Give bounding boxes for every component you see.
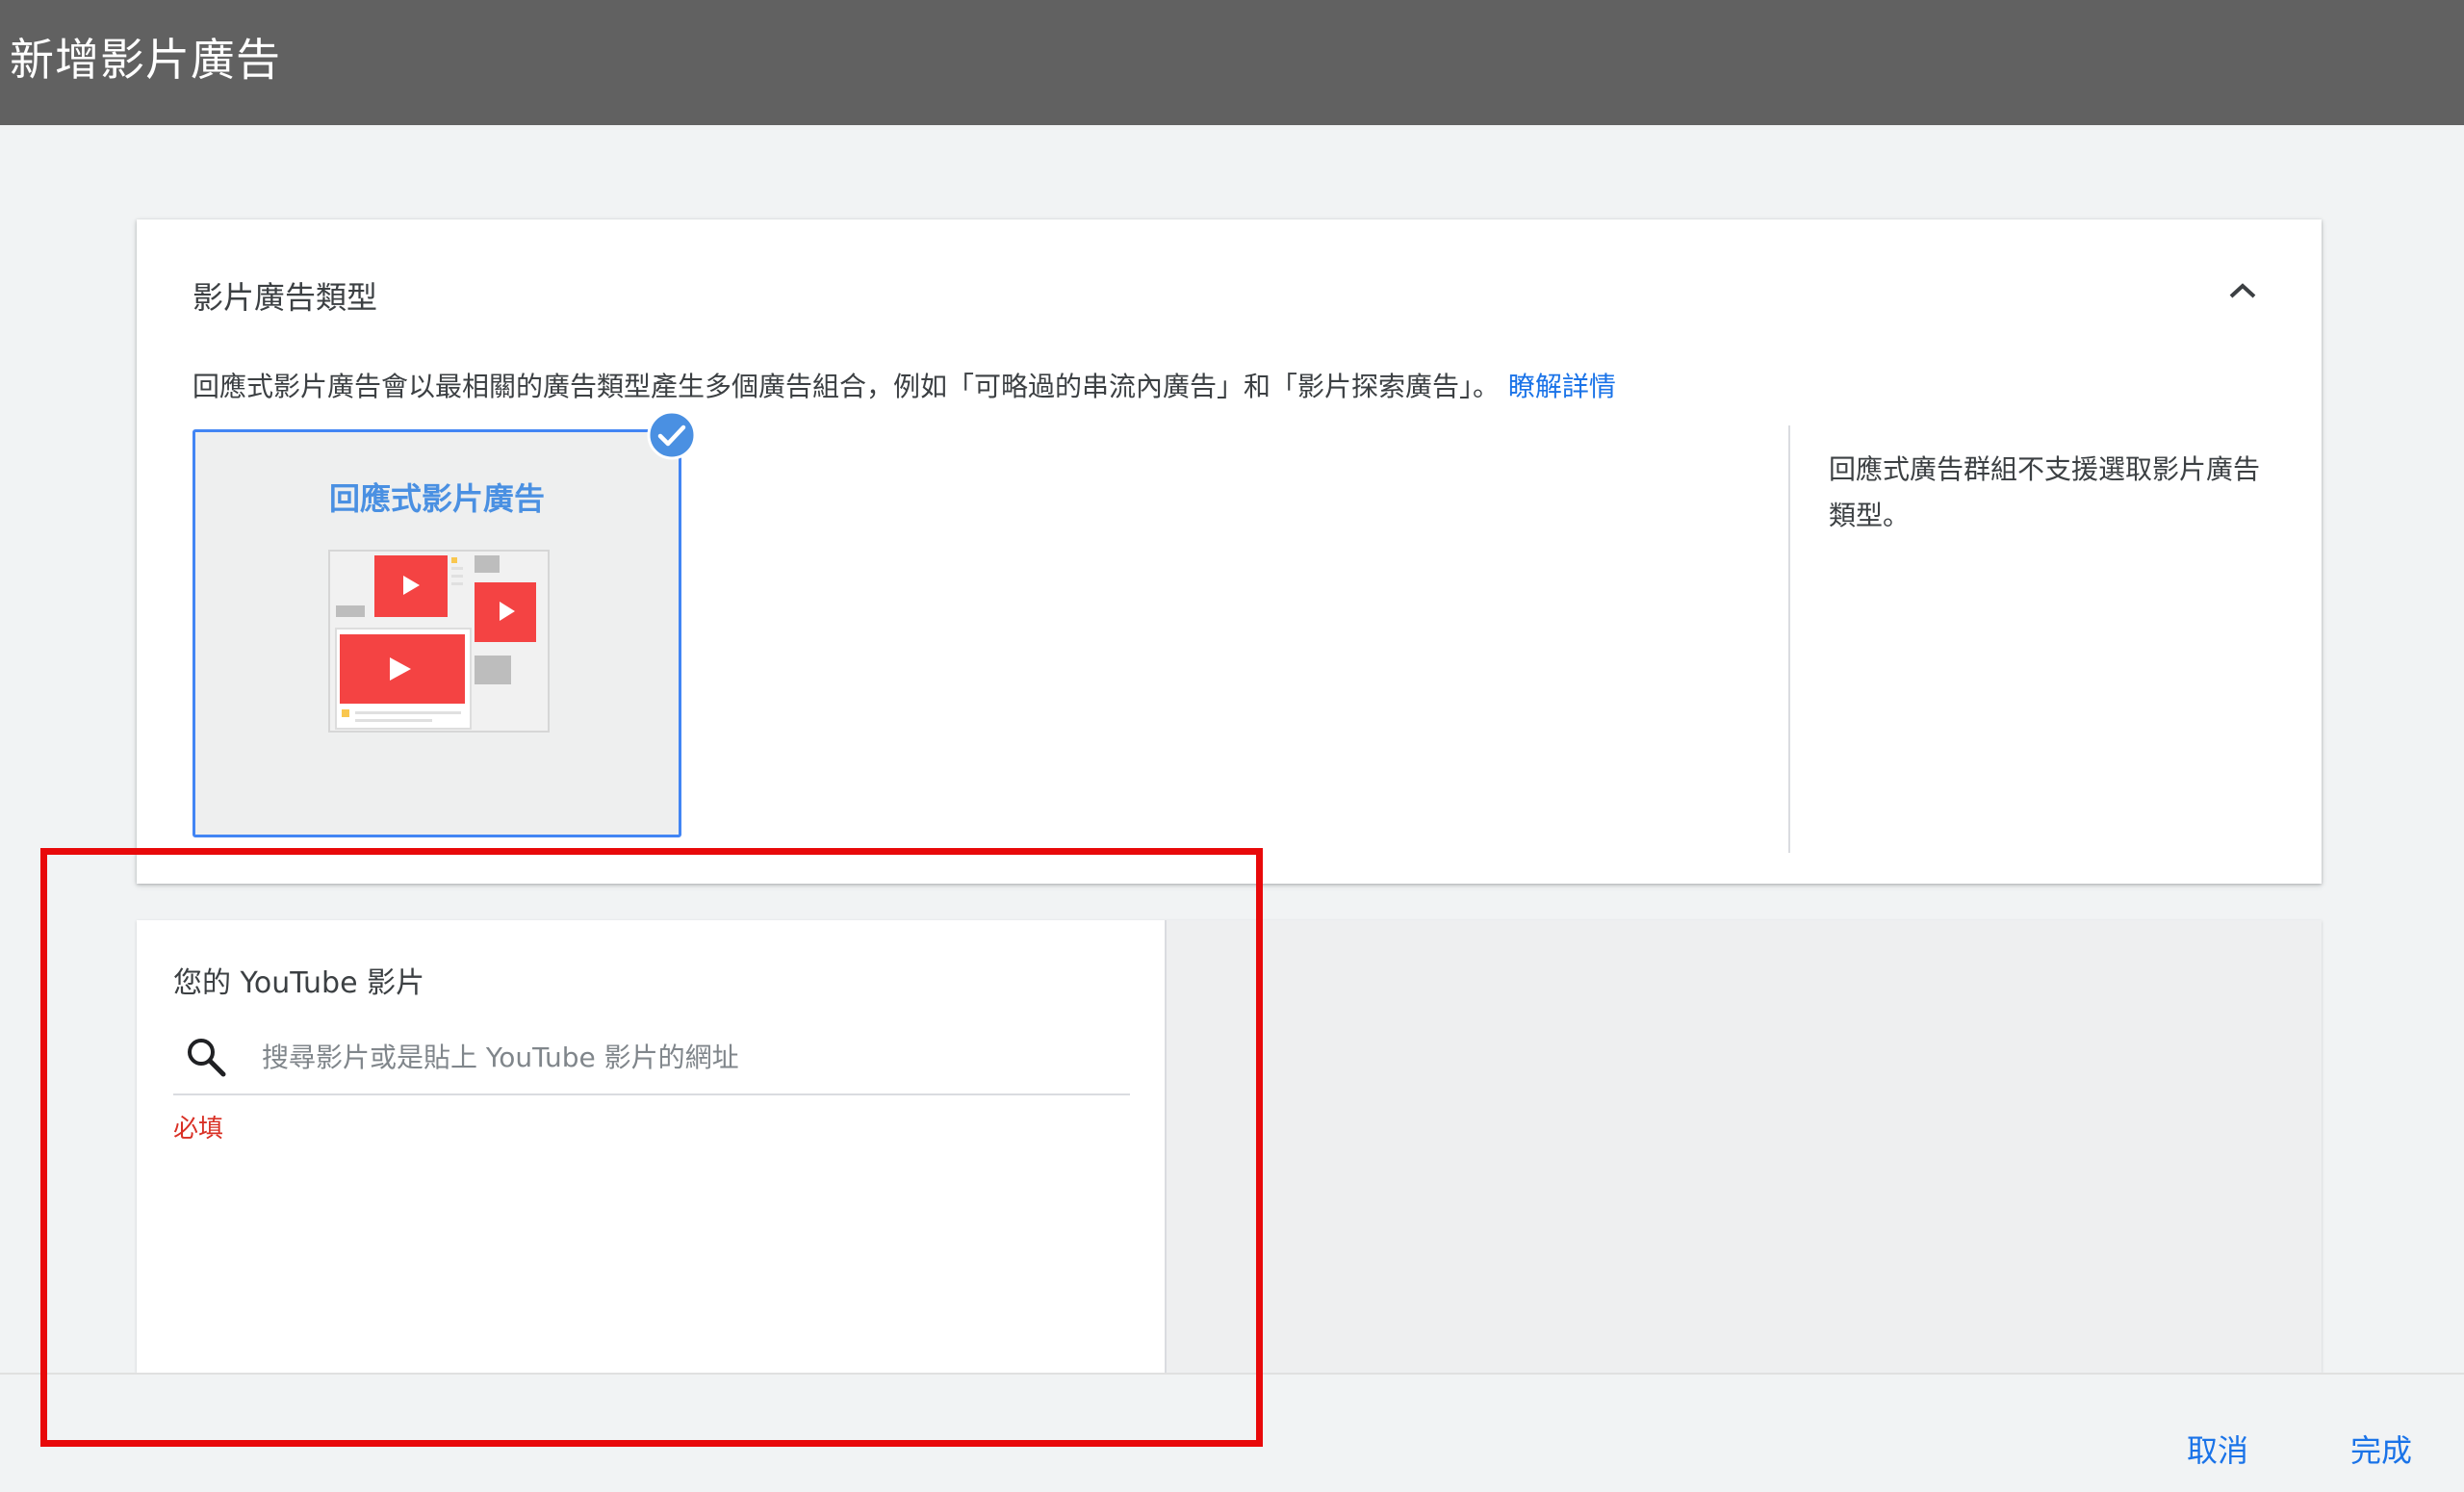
- ad-type-card: 影片廣告類型 回應式影片廣告會以最相關的廣告類型產生多個廣告組合，例如「可略過的…: [137, 219, 2322, 884]
- required-error: 必填: [173, 1115, 224, 1144]
- chevron-up-icon: [2229, 283, 2256, 298]
- option-label: 回應式影片廣告: [328, 480, 545, 517]
- check-circle-icon: [647, 410, 697, 460]
- done-button[interactable]: 完成: [2350, 1427, 2412, 1471]
- responsive-ad-illustration: [328, 550, 550, 733]
- youtube-video-card: 您的 YouTube 影片 必填: [137, 920, 1167, 1373]
- cancel-button[interactable]: 取消: [2187, 1427, 2248, 1471]
- top-bar: 新增影片廣告: [0, 0, 2464, 125]
- learn-more-link[interactable]: 瞭解詳情: [1508, 371, 1616, 402]
- responsive-video-ad-option[interactable]: 回應式影片廣告: [192, 429, 681, 837]
- side-note: 回應式廣告群組不支援選取影片廣告類型。: [1829, 453, 2261, 531]
- input-underline: [173, 1093, 1130, 1095]
- video-section-title: 您的 YouTube 影片: [173, 966, 425, 1000]
- ad-type-description: 回應式影片廣告會以最相關的廣告類型產生多個廣告組合，例如「可略過的串流內廣告」和…: [192, 366, 1616, 404]
- search-icon: [188, 1039, 226, 1077]
- divider: [1788, 425, 1790, 853]
- page-title: 新增影片廣告: [10, 34, 281, 86]
- description-text: 回應式影片廣告會以最相關的廣告類型產生多個廣告組合，例如「可略過的串流內廣告」和…: [192, 371, 1501, 402]
- footer-bar: 取消 完成: [0, 1373, 2464, 1492]
- video-search-input[interactable]: [262, 1032, 1128, 1082]
- ad-type-title: 影片廣告類型: [192, 279, 378, 316]
- collapse-button[interactable]: [2216, 264, 2270, 318]
